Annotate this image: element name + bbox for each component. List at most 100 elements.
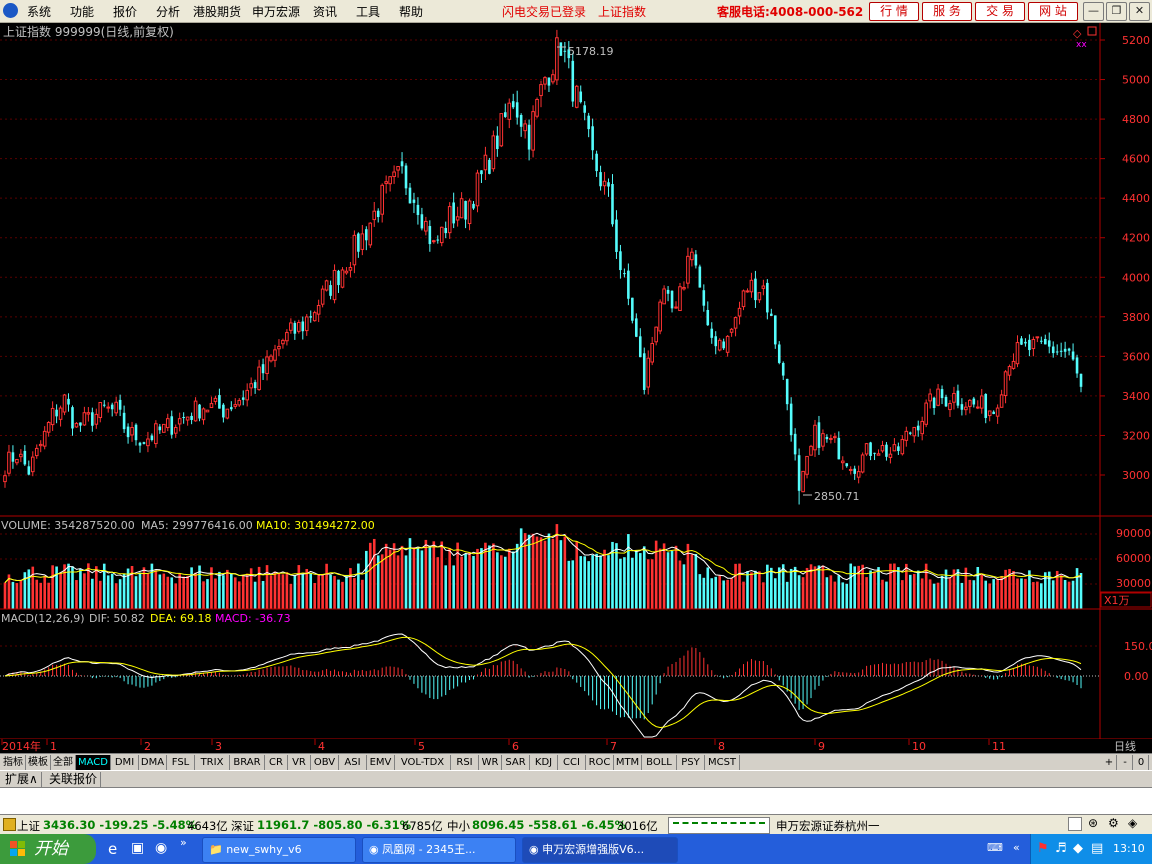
menu-8[interactable]: 帮助 [399, 3, 423, 20]
tab-全部[interactable]: 全部 [51, 755, 76, 770]
candle [785, 378, 789, 405]
diamond-icon[interactable]: ◇ [1073, 27, 1082, 40]
volume-bar [698, 574, 702, 609]
menu-7[interactable]: 工具 [356, 3, 380, 20]
language-icon[interactable]: ⌨ [987, 841, 1003, 854]
volume-bar [531, 533, 535, 609]
tab-macd[interactable]: MACD [76, 755, 111, 770]
minimize-icon[interactable]: — [1083, 2, 1104, 21]
candle [809, 445, 813, 456]
tab-wr[interactable]: WR [479, 755, 502, 770]
candle [515, 102, 519, 118]
menu-5[interactable]: 申万宏源 [252, 3, 300, 20]
tab-fsl[interactable]: FSL [167, 755, 195, 770]
volume-bar [484, 542, 487, 609]
settings-icon[interactable]: ⚙ [1108, 816, 1119, 830]
kline-chart[interactable]: 上证指数 999999(日线,前复权) VOLUME: 354287520.00… [0, 23, 1152, 753]
volume-bar [345, 574, 348, 609]
taskbar-item-folder[interactable]: 📁 new_swhy_v6 [202, 837, 356, 863]
volume-bar [853, 566, 856, 609]
period-label[interactable]: 日线 [1114, 739, 1136, 753]
shield-icon[interactable]: ◆ [1073, 841, 1083, 856]
candle [19, 453, 23, 458]
reset-zoom-button[interactable]: 0 [1134, 755, 1149, 770]
volume-icon[interactable]: ♬ [1055, 841, 1067, 856]
ie-icon[interactable]: e [108, 840, 117, 858]
volume-bar [452, 565, 455, 609]
tab-obv[interactable]: OBV [311, 755, 339, 770]
tab-boll[interactable]: BOLL [642, 755, 677, 770]
close-icon[interactable]: ✕ [1129, 2, 1150, 21]
app-window-icon: ◉ [529, 843, 539, 856]
tab-emv[interactable]: EMV [367, 755, 395, 770]
tab-vr[interactable]: VR [288, 755, 311, 770]
tab-cr[interactable]: CR [265, 755, 288, 770]
trade-button[interactable]: 交 易 [975, 2, 1025, 21]
tab-trix[interactable]: TRIX [195, 755, 230, 770]
service-button[interactable]: 服 务 [922, 2, 972, 21]
candle [320, 288, 325, 305]
zx-label: 中小 [447, 819, 470, 833]
candle [396, 166, 400, 171]
signal-icon[interactable]: ⊛ [1088, 816, 1098, 830]
menu-2[interactable]: 报价 [113, 3, 137, 20]
candle [46, 422, 51, 433]
start-button[interactable]: 开始 [0, 834, 96, 864]
menu-4[interactable]: 港股期货 [193, 3, 241, 20]
volume-bar [285, 572, 289, 609]
volume-bar [523, 533, 527, 609]
taskbar-item-browser[interactable]: ◉ 凤凰网 - 2345王... [362, 837, 516, 863]
menu-3[interactable]: 分析 [156, 3, 180, 20]
zoom-out-button[interactable]: - [1118, 755, 1133, 770]
tab-vol-tdx[interactable]: VOL-TDX [395, 755, 451, 770]
menu-1[interactable]: 功能 [70, 3, 94, 20]
quote-button[interactable]: 行 情 [869, 2, 919, 21]
tab-dma[interactable]: DMA [139, 755, 167, 770]
lock-icon[interactable]: ◈ [1128, 816, 1137, 830]
collapse-tray-icon[interactable]: « [1013, 841, 1020, 854]
tab-asi[interactable]: ASI [339, 755, 367, 770]
candle [840, 460, 845, 464]
volume-bar [908, 574, 912, 609]
tab-psy[interactable]: PSY [677, 755, 705, 770]
expand-quicklaunch-icon[interactable]: » [180, 836, 187, 849]
tab-rsi[interactable]: RSI [451, 755, 479, 770]
volume-bar [384, 543, 388, 609]
flag-icon[interactable]: ⚑ [1037, 841, 1049, 856]
menu-6[interactable]: 资讯 [313, 3, 337, 20]
candle [27, 466, 31, 475]
candle [134, 424, 138, 441]
candle [348, 267, 353, 271]
tab-sar[interactable]: SAR [502, 755, 530, 770]
zoom-in-button[interactable]: + [1102, 755, 1117, 770]
tab-roc[interactable]: ROC [586, 755, 614, 770]
menu-0[interactable]: 系统 [27, 3, 51, 20]
related-quote-tab[interactable]: 关联报价 [46, 772, 102, 787]
cross-icon[interactable]: xx [1076, 40, 1087, 50]
tab-brar[interactable]: BRAR [230, 755, 265, 770]
tab-模板[interactable]: 模板 [26, 755, 51, 770]
chart-area[interactable]: 上证指数 999999(日线,前复权) VOLUME: 354287520.00… [0, 23, 1152, 753]
candle [480, 170, 483, 175]
expand-tab[interactable]: 扩展∧ [2, 772, 42, 787]
tab-kdj[interactable]: KDJ [530, 755, 558, 770]
tab-mcst[interactable]: MCST [705, 755, 740, 770]
tab-dmi[interactable]: DMI [111, 755, 139, 770]
network-icon[interactable]: ▤ [1091, 841, 1103, 856]
window-icon[interactable] [1087, 26, 1097, 36]
tab-cci[interactable]: CCI [558, 755, 586, 770]
candle [439, 226, 444, 244]
app-logo-icon [3, 3, 18, 18]
candle [848, 468, 853, 471]
tab-mtm[interactable]: MTM [614, 755, 642, 770]
candle [50, 407, 55, 426]
candle [579, 91, 583, 103]
taskbar-item-trading-app[interactable]: ◉ 申万宏源增强版V6... [522, 837, 678, 863]
browser-icon[interactable]: ◉ [155, 840, 167, 856]
note-icon[interactable] [1068, 817, 1082, 831]
tab-指标[interactable]: 指标 [1, 755, 26, 770]
website-button[interactable]: 网 站 [1028, 2, 1078, 21]
restore-icon[interactable]: ❐ [1106, 2, 1127, 21]
desktop-icon[interactable]: ▣ [131, 840, 144, 856]
candle [817, 422, 821, 448]
